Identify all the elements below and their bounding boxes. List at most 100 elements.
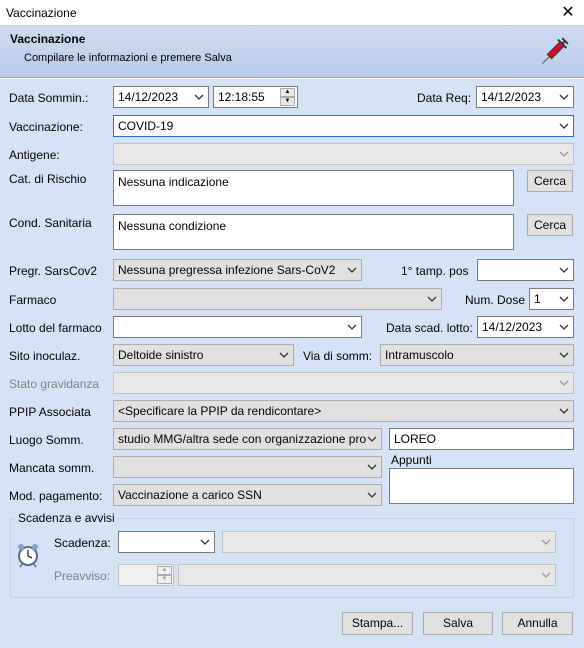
spin-up-icon[interactable]: ▲: [280, 88, 295, 97]
luogo-somm-value: studio MMG/altra sede con organizzazione…: [118, 432, 367, 446]
data-req-date[interactable]: 14/12/2023: [476, 86, 574, 108]
cat-rischio-label: Cat. di Rischio: [9, 172, 87, 186]
spin-up-icon[interactable]: ▲: [157, 566, 172, 575]
header-title: Vaccinazione: [10, 32, 86, 46]
chevron-down-icon: [559, 352, 569, 358]
scadenza-label: Scadenza:: [54, 536, 111, 550]
num-dose-label: Num. Dose: [465, 293, 526, 307]
preavviso-label: Preavviso:: [54, 569, 111, 583]
data-sommin-label: Data Sommin.:: [9, 91, 89, 105]
lotto-label: Lotto del farmaco: [9, 321, 102, 335]
appunti-field[interactable]: [389, 468, 574, 504]
mancata-somm-select[interactable]: [113, 456, 382, 478]
luogo-place-field[interactable]: LOREO: [389, 428, 574, 450]
vaccinazione-label: Vaccinazione:: [9, 120, 83, 134]
mod-pagamento-select[interactable]: Vaccinazione a carico SSN: [113, 484, 382, 506]
scadenza-group-title: Scadenza e avvisi: [15, 511, 118, 525]
vaccinazione-select[interactable]: COVID-19: [113, 115, 574, 137]
farmaco-select[interactable]: [113, 288, 442, 310]
num-dose-select[interactable]: 1: [529, 288, 574, 310]
cond-sanitaria-label: Cond. Sanitaria: [9, 216, 92, 230]
spin-down-icon[interactable]: ▼: [157, 575, 172, 584]
window-title: Vaccinazione: [6, 6, 77, 20]
luogo-place-value: LOREO: [394, 432, 437, 446]
close-icon[interactable]: ✕: [556, 2, 580, 24]
annulla-button[interactable]: Annulla: [502, 612, 573, 635]
tamp-pos-date[interactable]: [477, 259, 574, 281]
chevron-down-icon: [427, 296, 437, 302]
chevron-down-icon: [559, 380, 569, 386]
scadenza-type-select[interactable]: [222, 531, 556, 553]
cond-sanitaria-value: Nessuna condizione: [118, 219, 227, 233]
alarm-clock-icon: [18, 544, 38, 568]
pregr-sarscov2-select[interactable]: Nessuna pregressa infezione Sars-CoV2: [113, 259, 362, 281]
chevron-down-icon: [541, 572, 551, 578]
chevron-down-icon: [559, 324, 569, 330]
cond-sanitaria-cerca-button[interactable]: Cerca: [527, 214, 573, 236]
data-sommin-date-value: 14/12/2023: [118, 90, 179, 104]
ppip-value: <Specificare la PPIP da rendicontare>: [118, 404, 322, 418]
data-scad-lotto-value: 14/12/2023: [482, 320, 543, 334]
cat-rischio-field[interactable]: Nessuna indicazione: [113, 170, 514, 206]
lotto-select[interactable]: [113, 316, 362, 338]
luogo-somm-label: Luogo Somm.: [9, 433, 84, 447]
syringe-icon: [542, 37, 569, 64]
chevron-down-icon: [367, 464, 377, 470]
chevron-down-icon: [367, 492, 377, 498]
chevron-down-icon: [347, 267, 357, 273]
stampa-button[interactable]: Stampa...: [342, 612, 413, 635]
mod-pagamento-value: Vaccinazione a carico SSN: [118, 488, 262, 502]
cond-sanitaria-field[interactable]: Nessuna condizione: [113, 214, 514, 250]
antigene-label: Antigene:: [9, 148, 60, 162]
header-subtitle: Compilare le informazioni e premere Salv…: [24, 52, 232, 64]
pregr-sarscov2-value: Nessuna pregressa infezione Sars-CoV2: [118, 263, 336, 277]
chevron-down-icon: [559, 94, 569, 100]
data-req-label: Data Req:: [417, 91, 472, 105]
dialog-header: Vaccinazione Compilare le informazioni e…: [0, 26, 584, 78]
stato-gravidanza-select[interactable]: [113, 372, 574, 394]
chevron-down-icon: [559, 408, 569, 414]
pregr-sarscov2-label: Pregr. SarsCov2: [9, 264, 98, 278]
chevron-down-icon: [541, 539, 551, 545]
chevron-down-icon: [347, 324, 357, 330]
ppip-label: PPIP Associata: [9, 405, 91, 419]
data-scad-lotto-label: Data scad. lotto:: [386, 321, 473, 335]
chevron-down-icon: [367, 436, 377, 442]
data-sommin-time[interactable]: 12:18:55 ▲ ▼: [213, 86, 298, 108]
chevron-down-icon: [559, 296, 569, 302]
data-sommin-date[interactable]: 14/12/2023: [113, 86, 209, 108]
salva-button[interactable]: Salva: [423, 612, 493, 635]
tamp-pos-label: 1° tamp. pos: [401, 264, 469, 278]
mod-pagamento-label: Mod. pagamento:: [9, 489, 103, 503]
window-titlebar: Vaccinazione ✕: [0, 0, 584, 26]
scadenza-group: [10, 518, 574, 598]
data-scad-lotto-date[interactable]: 14/12/2023: [477, 316, 574, 338]
chevron-down-icon: [194, 94, 204, 100]
ppip-select[interactable]: <Specificare la PPIP da rendicontare>: [113, 400, 574, 422]
chevron-down-icon: [559, 123, 569, 129]
stato-gravidanza-label: Stato gravidanza: [9, 377, 100, 391]
appunti-label: Appunti: [391, 453, 432, 467]
via-somm-label: Via di somm:: [303, 349, 373, 363]
chevron-down-icon: [559, 267, 569, 273]
preavviso-select[interactable]: [178, 564, 556, 586]
cat-rischio-cerca-button[interactable]: Cerca: [527, 170, 573, 192]
antigene-select[interactable]: [113, 143, 574, 165]
cat-rischio-value: Nessuna indicazione: [118, 175, 229, 189]
spin-down-icon[interactable]: ▼: [280, 97, 295, 106]
vaccinazione-value: COVID-19: [118, 119, 174, 133]
scadenza-date[interactable]: [118, 531, 215, 553]
preavviso-stepper[interactable]: ▲ ▼: [118, 564, 174, 586]
chevron-down-icon: [559, 151, 569, 157]
num-dose-value: 1: [534, 292, 541, 306]
sito-inoculaz-label: Sito inoculaz.: [9, 349, 81, 363]
sito-inoculaz-value: Deltoide sinistro: [118, 348, 204, 362]
luogo-somm-select[interactable]: studio MMG/altra sede con organizzazione…: [113, 428, 382, 450]
sito-inoculaz-select[interactable]: Deltoide sinistro: [113, 344, 294, 366]
mancata-somm-label: Mancata somm.: [9, 461, 95, 475]
via-somm-value: Intramuscolo: [385, 348, 454, 362]
chevron-down-icon: [200, 539, 210, 545]
via-somm-select[interactable]: Intramuscolo: [380, 344, 574, 366]
chevron-down-icon: [279, 352, 289, 358]
farmaco-label: Farmaco: [9, 293, 57, 307]
